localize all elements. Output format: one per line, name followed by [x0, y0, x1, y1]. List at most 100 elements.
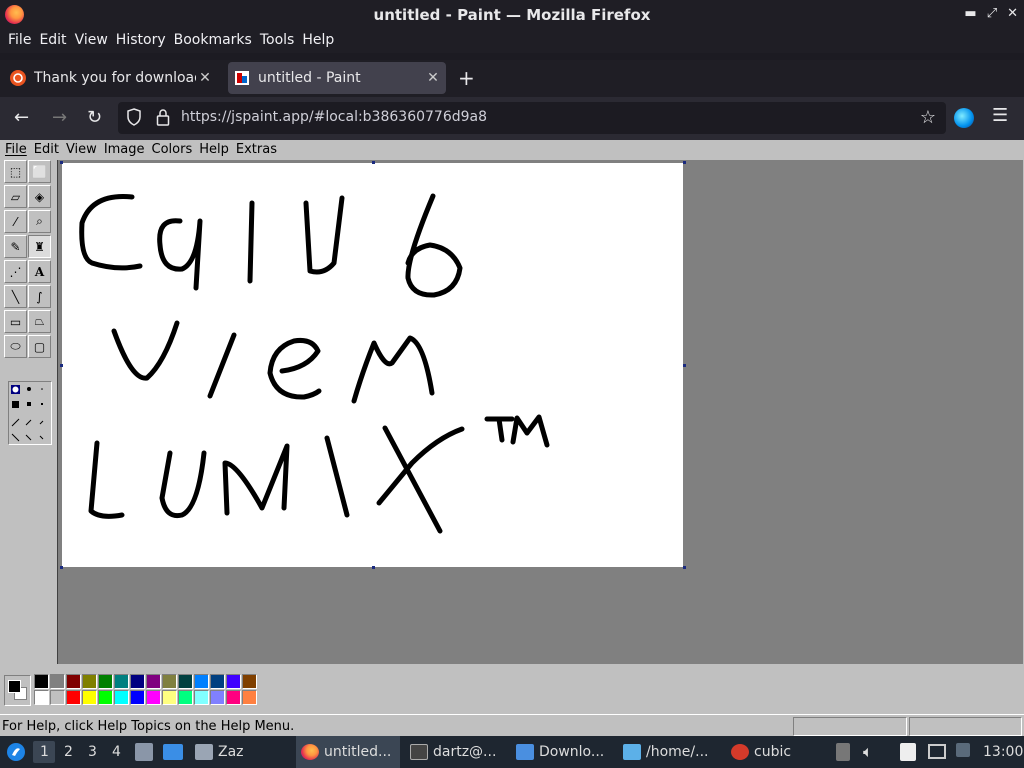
- show-desktop-icon[interactable]: [163, 744, 183, 760]
- notification-icon[interactable]: [956, 743, 970, 757]
- tab-thank-you[interactable]: Thank you for downloadi ✕: [4, 62, 218, 94]
- clipboard-icon[interactable]: [900, 743, 916, 761]
- line-icon[interactable]: ╲: [4, 285, 27, 308]
- menu-file[interactable]: File: [4, 30, 35, 53]
- close-tab-icon[interactable]: ✕: [196, 70, 214, 86]
- app-menu-icon[interactable]: ☰: [992, 105, 1008, 126]
- select-icon[interactable]: ⬜: [28, 160, 51, 183]
- palette-swatch[interactable]: [34, 674, 49, 689]
- paint-menu-extras[interactable]: Extras: [233, 140, 281, 159]
- resize-handle[interactable]: [683, 566, 686, 569]
- polygon-icon[interactable]: ⏢: [28, 310, 51, 333]
- workspace-2[interactable]: 2: [64, 744, 73, 760]
- paint-menu-help[interactable]: Help: [196, 140, 233, 159]
- palette-swatch[interactable]: [226, 690, 241, 705]
- taskbar-item-firefox[interactable]: untitled...: [296, 736, 400, 768]
- rectangle-icon[interactable]: ▭: [4, 310, 27, 333]
- account-icon[interactable]: [954, 108, 974, 128]
- paint-menu-colors[interactable]: Colors: [149, 140, 197, 159]
- palette-swatch[interactable]: [114, 674, 129, 689]
- taskbar-item-home[interactable]: /home/...: [623, 736, 708, 768]
- taskbar-item-zaz[interactable]: Zaz: [195, 736, 244, 768]
- bookmark-star-icon[interactable]: ☆: [920, 107, 936, 128]
- taskbar-item-downloads[interactable]: Downlo...: [516, 736, 604, 768]
- palette-swatch[interactable]: [210, 690, 225, 705]
- workspace-4[interactable]: 4: [112, 744, 121, 760]
- palette-swatch[interactable]: [130, 690, 145, 705]
- fill-icon[interactable]: ◈: [28, 185, 51, 208]
- menu-edit[interactable]: Edit: [35, 30, 70, 53]
- rounded-rectangle-icon[interactable]: ▢: [28, 335, 51, 358]
- palette-swatch[interactable]: [66, 674, 81, 689]
- palette-swatch[interactable]: [50, 690, 65, 705]
- palette-swatch[interactable]: [162, 690, 177, 705]
- eraser-icon[interactable]: ▱: [4, 185, 27, 208]
- palette-swatch[interactable]: [98, 690, 113, 705]
- palette-swatch[interactable]: [210, 674, 225, 689]
- menu-history[interactable]: History: [112, 30, 170, 53]
- workspace-3[interactable]: 3: [88, 744, 97, 760]
- palette-swatch[interactable]: [194, 674, 209, 689]
- tab-paint[interactable]: untitled - Paint ✕: [228, 62, 446, 94]
- pencil-icon[interactable]: ✎: [4, 235, 27, 258]
- palette-swatch[interactable]: [178, 690, 193, 705]
- pick-color-icon[interactable]: ⁄: [4, 210, 27, 233]
- paint-menu-image[interactable]: Image: [101, 140, 149, 159]
- palette-swatch[interactable]: [130, 674, 145, 689]
- url-bar[interactable]: https://jspaint.app/#local:b386360776d9a…: [118, 102, 946, 134]
- resize-handle[interactable]: [372, 566, 375, 569]
- magnifier-icon[interactable]: ⌕: [28, 210, 51, 233]
- palette-swatch[interactable]: [34, 690, 49, 705]
- resize-handle[interactable]: [683, 364, 686, 367]
- paint-menu-edit[interactable]: Edit: [31, 140, 63, 159]
- file-manager-icon[interactable]: [135, 743, 153, 761]
- menu-tools[interactable]: Tools: [256, 30, 299, 53]
- palette-swatch[interactable]: [98, 674, 113, 689]
- curve-icon[interactable]: ∫: [28, 285, 51, 308]
- workspace-1[interactable]: 1: [40, 744, 49, 760]
- palette-swatch[interactable]: [50, 674, 65, 689]
- palette-swatch[interactable]: [146, 674, 161, 689]
- taskbar-item-terminal[interactable]: dartz@...: [410, 736, 496, 768]
- volume-icon[interactable]: 🔈︎: [863, 742, 873, 762]
- taskbar-item-cubic[interactable]: cubic: [731, 736, 791, 768]
- network-icon[interactable]: [928, 744, 946, 759]
- palette-swatch[interactable]: [82, 674, 97, 689]
- lock-icon[interactable]: [156, 108, 170, 126]
- palette-swatch[interactable]: [82, 690, 97, 705]
- paint-menu-view[interactable]: View: [63, 140, 101, 159]
- forward-icon[interactable]: →: [52, 107, 67, 128]
- drawing-canvas[interactable]: [62, 163, 683, 567]
- palette-swatch[interactable]: [114, 690, 129, 705]
- palette-swatch[interactable]: [194, 690, 209, 705]
- back-icon[interactable]: ←: [14, 107, 29, 128]
- menu-help[interactable]: Help: [298, 30, 338, 53]
- ellipse-icon[interactable]: ⬭: [4, 335, 27, 358]
- paint-menu-file[interactable]: File: [2, 140, 31, 159]
- firefox-icon: [301, 744, 319, 760]
- palette-swatch[interactable]: [146, 690, 161, 705]
- menu-bookmarks[interactable]: Bookmarks: [170, 30, 256, 53]
- minimize-icon[interactable]: ▬: [964, 6, 976, 21]
- palette-swatch[interactable]: [226, 674, 241, 689]
- palette-swatch[interactable]: [242, 690, 257, 705]
- brush-icon[interactable]: ♜: [28, 235, 51, 258]
- brush-options[interactable]: [8, 381, 52, 445]
- free-form-select-icon[interactable]: ⬚: [4, 160, 27, 183]
- airbrush-icon[interactable]: ⋰: [4, 260, 27, 283]
- new-tab-icon[interactable]: +: [458, 66, 475, 90]
- palette-swatch[interactable]: [66, 690, 81, 705]
- text-tool-icon[interactable]: A: [28, 260, 51, 283]
- palette-swatch[interactable]: [162, 674, 177, 689]
- url-text: https://jspaint.app/#local:b386360776d9a…: [181, 109, 488, 125]
- restore-icon[interactable]: ⤢: [987, 6, 997, 21]
- close-tab-icon[interactable]: ✕: [424, 70, 442, 86]
- palette-swatch[interactable]: [242, 674, 257, 689]
- shield-icon[interactable]: [126, 108, 142, 126]
- close-window-icon[interactable]: ✕: [1007, 6, 1018, 21]
- palette-swatch[interactable]: [178, 674, 193, 689]
- menu-view[interactable]: View: [71, 30, 112, 53]
- tray-device-icon[interactable]: [836, 743, 850, 761]
- reload-icon[interactable]: ↻: [87, 107, 102, 128]
- start-menu-icon[interactable]: [6, 742, 26, 762]
